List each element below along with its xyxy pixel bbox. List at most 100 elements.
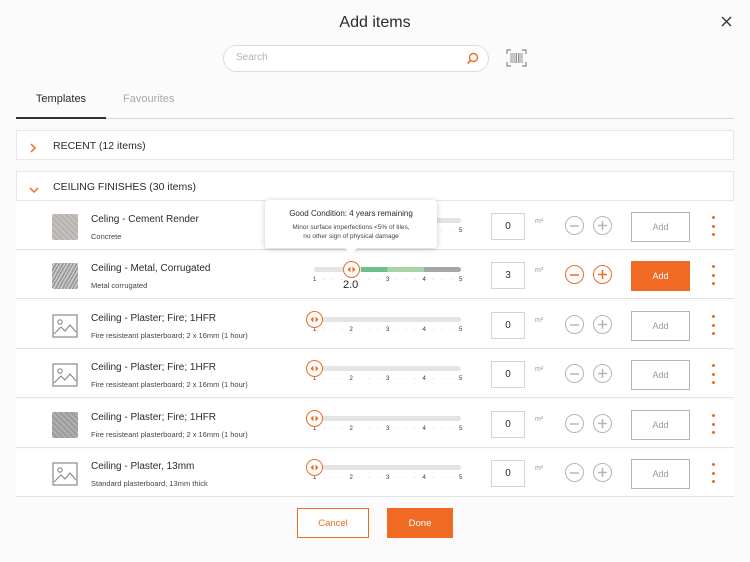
- scale-tick-label: 5: [459, 426, 463, 432]
- add-button[interactable]: Add: [631, 459, 690, 489]
- condition-scale: 12345············: [313, 327, 462, 337]
- add-button[interactable]: Add: [631, 212, 690, 242]
- slider-handle-icon[interactable]: [306, 311, 323, 328]
- item-row: Ceiling - Plaster, 13mm Standard plasterb…: [16, 449, 734, 497]
- search-input[interactable]: [236, 52, 456, 63]
- scale-tick-label: 3: [386, 277, 390, 283]
- tab-favourites[interactable]: Favourites: [123, 93, 174, 119]
- quantity-field[interactable]: 3: [491, 262, 525, 289]
- scale-dot: ·: [377, 376, 379, 382]
- more-options-icon[interactable]: [709, 315, 717, 335]
- tab-templates[interactable]: Templates: [16, 93, 106, 119]
- minus-icon[interactable]: [565, 315, 584, 334]
- more-options-icon[interactable]: [709, 265, 717, 285]
- condition-slider[interactable]: 12345············: [306, 360, 462, 386]
- quantity-field[interactable]: 0: [491, 361, 525, 388]
- scale-tick-label: 2: [349, 475, 353, 481]
- minus-icon[interactable]: [565, 463, 584, 482]
- slider-handle-icon[interactable]: [306, 459, 323, 476]
- scale-dot: ·: [396, 475, 398, 481]
- scale-dot: ·: [368, 475, 370, 481]
- more-options-icon[interactable]: [709, 414, 717, 434]
- slider-handle-icon[interactable]: [306, 360, 323, 377]
- add-items-dialog: Add items Templates Favourites RECENT (1…: [0, 0, 750, 562]
- more-options-icon[interactable]: [709, 216, 717, 236]
- scale-dot: ·: [405, 277, 407, 283]
- quantity-field[interactable]: 0: [491, 213, 525, 240]
- scale-dot: ·: [323, 277, 325, 283]
- condition-scale: 1 3 4 5 · · · · · · · · · · · ·: [313, 277, 462, 287]
- item-description: Metal corrugated: [91, 281, 148, 290]
- minus-icon[interactable]: [565, 414, 584, 433]
- scale-dot: ·: [341, 426, 343, 432]
- plus-icon[interactable]: [593, 216, 612, 235]
- add-button[interactable]: Add: [631, 261, 690, 291]
- minus-icon[interactable]: [565, 216, 584, 235]
- scale-dot: ·: [332, 327, 334, 333]
- item-row: Ceiling - Plaster; Fire; 1HFR Fire resist…: [16, 400, 734, 448]
- section-recent[interactable]: RECENT (12 items): [16, 130, 734, 160]
- add-button[interactable]: Add: [631, 360, 690, 390]
- scale-dot: ·: [450, 228, 452, 234]
- more-options-icon[interactable]: [709, 463, 717, 483]
- barcode-scan-icon[interactable]: [506, 49, 527, 67]
- quantity-field[interactable]: 0: [491, 312, 525, 339]
- add-button[interactable]: Add: [631, 311, 690, 341]
- item-description: Concrete: [91, 232, 122, 241]
- condition-slider[interactable]: 12345············: [306, 410, 463, 436]
- add-button[interactable]: Add: [631, 410, 690, 440]
- condition-slider[interactable]: 12345············: [306, 459, 462, 485]
- item-name: Ceiling - Plaster; Fire; 1HFR: [91, 412, 217, 423]
- scale-dot: ·: [359, 475, 361, 481]
- scale-dot: ·: [405, 327, 407, 333]
- close-icon[interactable]: [716, 11, 736, 31]
- tab-bar: Templates Favourites: [16, 91, 734, 119]
- scale-dot: ·: [377, 327, 379, 333]
- unit-label: m²: [535, 416, 544, 423]
- done-button[interactable]: Done: [387, 508, 453, 538]
- section-label: RECENT (12 items): [53, 140, 146, 152]
- search-icon[interactable]: [466, 52, 479, 70]
- item-name: Ceiling - Plaster, 13mm: [91, 461, 195, 472]
- scale-dot: ·: [432, 327, 434, 333]
- unit-label: m²: [535, 366, 544, 373]
- scale-dot: ·: [441, 475, 443, 481]
- condition-tooltip: Good Condition: 4 years remaining Minor …: [265, 200, 437, 254]
- item-description: Standard plasterboard, 13mm thick: [91, 479, 208, 488]
- plus-icon[interactable]: [593, 463, 612, 482]
- minus-icon[interactable]: [565, 364, 584, 383]
- scale-dot: ·: [432, 475, 434, 481]
- scale-dot: ·: [414, 277, 416, 283]
- scale-tick-label: 5: [459, 228, 463, 234]
- scale-dot: ·: [450, 277, 452, 283]
- item-thumbnail: [52, 214, 78, 240]
- placeholder-image-icon: [52, 313, 78, 339]
- scale-dot: ·: [377, 277, 379, 283]
- section-ceiling-finishes[interactable]: CEILING FINISHES (30 items): [16, 171, 734, 201]
- quantity-field[interactable]: 0: [491, 460, 525, 487]
- item-thumbnail: [52, 412, 78, 438]
- plus-icon[interactable]: [593, 265, 612, 284]
- cancel-button[interactable]: Cancel: [297, 508, 369, 538]
- chevron-down-icon: [29, 181, 39, 199]
- scale-tick-label: 2: [349, 426, 353, 432]
- scale-dot: ·: [432, 277, 434, 283]
- plus-icon[interactable]: [593, 364, 612, 383]
- plus-icon[interactable]: [593, 315, 612, 334]
- tooltip-title: Good Condition: 4 years remaining: [289, 209, 413, 218]
- scale-dot: ·: [341, 376, 343, 382]
- slider-handle-icon[interactable]: [306, 410, 323, 427]
- more-options-icon[interactable]: [709, 364, 717, 384]
- quantity-field[interactable]: 0: [491, 411, 525, 438]
- condition-track: [314, 416, 461, 421]
- slider-handle-icon[interactable]: [342, 261, 360, 278]
- minus-icon[interactable]: [565, 265, 584, 284]
- scale-dot: ·: [450, 426, 452, 432]
- plus-icon[interactable]: [593, 414, 612, 433]
- condition-slider[interactable]: 12345············: [306, 311, 462, 337]
- scale-tick-label: 4: [422, 277, 426, 283]
- item-description: Fire resisteant plasterboard; 2 x 16mm (…: [91, 430, 248, 439]
- condition-track: [314, 465, 461, 470]
- condition-slider[interactable]: 1 3 4 5 · · · · · · · · · · · ·: [313, 261, 462, 287]
- scale-dot: ·: [396, 277, 398, 283]
